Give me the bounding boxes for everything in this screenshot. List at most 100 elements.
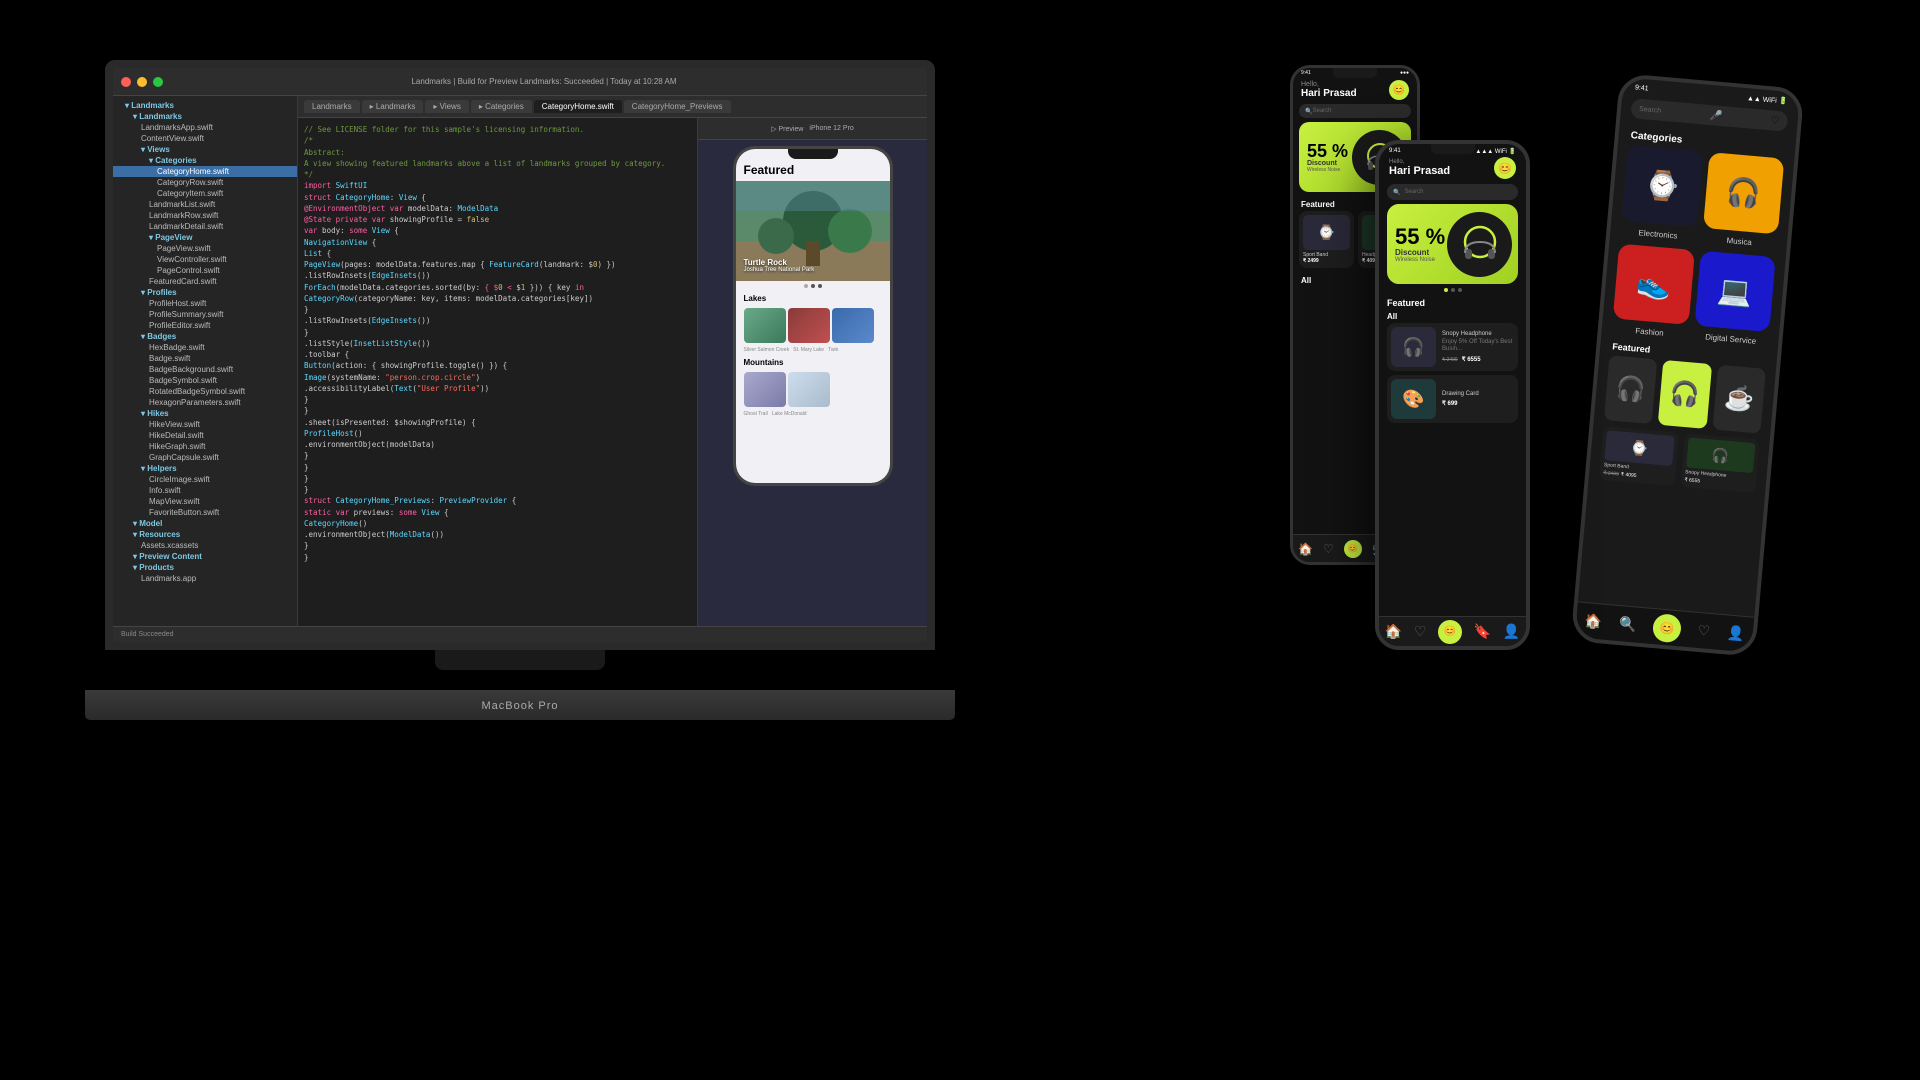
sidebar-item-circleimage[interactable]: CircleImage.swift (113, 474, 297, 485)
sidebar-item-profilehost[interactable]: ProfileHost.swift (113, 298, 297, 309)
sidebar-item-hikes[interactable]: ▾ Hikes (113, 408, 297, 419)
sidebar-item-badgesymbol[interactable]: BadgeSymbol.swift (113, 375, 297, 386)
center-screen: 9:41 ▲▲▲ WiFi 🔋 Hello, Hari Prasad 😊 🔍 S… (1379, 144, 1526, 646)
right-nav-person[interactable]: 👤 (1726, 624, 1745, 642)
sidebar-item-assets[interactable]: Assets.xcassets (113, 540, 297, 551)
close-button[interactable] (121, 77, 131, 87)
minimize-button[interactable] (137, 77, 147, 87)
right-mic-icon[interactable]: 🎤 (1709, 110, 1722, 122)
sidebar-item-profileeditor[interactable]: ProfileEditor.swift (113, 320, 297, 331)
phone-nav-heart-icon[interactable]: ♡ (1323, 542, 1334, 556)
right-categories-grid: ⌚ Electronics 🎧 Musica 👟 Fashion (1601, 144, 1794, 350)
sidebar-item-landmarks[interactable]: ▾ Landmarks (113, 111, 297, 122)
sidebar-item-hexbadge[interactable]: HexBadge.swift (113, 342, 297, 353)
sidebar-item-hikeview[interactable]: HikeView.swift (113, 419, 297, 430)
tab-categoryhome[interactable]: CategoryHome.swift (534, 100, 622, 113)
center-nav-home[interactable]: 🏠 (1385, 623, 1402, 640)
tab-landmarks2[interactable]: ▸ Landmarks (362, 100, 424, 113)
sidebar-item-hexagonparams[interactable]: HexagonParameters.swift (113, 397, 297, 408)
sidebar-item-pagecontrol[interactable]: PageControl.swift (113, 265, 297, 276)
sidebar-item-categoryhome[interactable]: CategoryHome.swift (113, 166, 297, 177)
right-product-img-1: ⌚ (1604, 430, 1674, 466)
right-product-card-2[interactable]: 🎧 Snopy Headphone ₹ 6555 (1680, 433, 1760, 493)
sidebar-item-helpers[interactable]: ▾ Helpers (113, 463, 297, 474)
center-product-img-2: 🎨 (1391, 379, 1436, 419)
sidebar-item-landmarks-root[interactable]: ▾ Landmarks (113, 100, 297, 111)
sidebar-item-badges[interactable]: ▾ Badges (113, 331, 297, 342)
tab-categoryhome-preview[interactable]: CategoryHome_Previews (624, 100, 731, 113)
xcode-app: Landmarks | Build for Preview Landmarks:… (113, 68, 927, 642)
right-category-electronics[interactable]: ⌚ (1621, 145, 1703, 227)
right-heart-icon[interactable]: ♡ (1770, 115, 1780, 127)
right-category-digital[interactable]: 💻 (1694, 250, 1776, 332)
sidebar-item-previewcontent[interactable]: ▾ Preview Content (113, 551, 297, 562)
phone-nav-home-icon[interactable]: 🏠 (1298, 542, 1313, 556)
right-category-fashion[interactable]: 👟 (1613, 243, 1695, 325)
sidebar-item-graphcapsule[interactable]: GraphCapsule.swift (113, 452, 297, 463)
code-area[interactable]: // See LICENSE folder for this sample's … (298, 118, 697, 626)
sidebar-item-products[interactable]: ▾ Products (113, 562, 297, 573)
sidebar-item-profiles[interactable]: ▾ Profiles (113, 287, 297, 298)
preview-mountains-label: Mountains (736, 355, 890, 370)
phone-left-avatar[interactable]: 😊 (1389, 80, 1409, 100)
sidebar-item-hikegraph[interactable]: HikeGraph.swift (113, 441, 297, 452)
center-product-row-2[interactable]: 🎨 Drawing Card ₹ 699 (1387, 375, 1518, 423)
macbook-screen: Landmarks | Build for Preview Landmarks:… (105, 60, 935, 650)
sidebar-item-rotatedbadge[interactable]: RotatedBadgeSymbol.swift (113, 386, 297, 397)
sidebar-item-categories[interactable]: ▾ Categories (113, 155, 297, 166)
sidebar-item-resources[interactable]: ▾ Resources (113, 529, 297, 540)
preview-mountains-grid (736, 370, 890, 409)
sidebar-item-content[interactable]: ContentView.swift (113, 133, 297, 144)
right-grid-cell-musica: 🎧 Musica (1701, 152, 1784, 251)
phone-product-1[interactable]: ⌚ Sport Band ₹ 2499 (1299, 211, 1354, 268)
sidebar-item-landmarksapp[interactable]: Landmarks.app (113, 573, 297, 584)
center-nav-heart[interactable]: ♡ (1414, 623, 1427, 640)
sidebar-item-hikedetail[interactable]: HikeDetail.swift (113, 430, 297, 441)
phone-left-search[interactable]: 🔍 Search (1299, 104, 1411, 118)
phone-left-header: Hello, Hari Prasad 😊 (1293, 76, 1417, 102)
sidebar-item-profilesummary[interactable]: ProfileSummary.swift (113, 309, 297, 320)
tab-views[interactable]: ▸ Views (425, 100, 468, 113)
tab-landmarks[interactable]: Landmarks (304, 100, 360, 113)
sidebar-item-landmarkrow[interactable]: LandmarkRow.swift (113, 210, 297, 221)
maximize-button[interactable] (153, 77, 163, 87)
product-price-1: ₹ 2499 (1303, 258, 1350, 264)
preview-title: Featured (736, 159, 890, 181)
center-nav-bookmark[interactable]: 🔖 (1474, 623, 1491, 640)
sidebar-item-mapview[interactable]: MapView.swift (113, 496, 297, 507)
sidebar-item-info[interactable]: Info.swift (113, 485, 297, 496)
sidebar-item-pageview-swift[interactable]: PageView.swift (113, 243, 297, 254)
sidebar-item-landmarklist[interactable]: LandmarkList.swift (113, 199, 297, 210)
sidebar-item-favoritebutton[interactable]: FavoriteButton.swift (113, 507, 297, 518)
sidebar-item-categoryrow[interactable]: CategoryRow.swift (113, 177, 297, 188)
right-nav-heart[interactable]: ♡ (1697, 622, 1711, 640)
sidebar-item-app[interactable]: LandmarksApp.swift (113, 122, 297, 133)
sidebar-item-landmarkdetail[interactable]: LandmarkDetail.swift (113, 221, 297, 232)
center-banner-product (1447, 212, 1512, 277)
center-nav-person[interactable]: 👤 (1503, 623, 1520, 640)
sidebar-item-badgebg[interactable]: BadgeBackground.swift (113, 364, 297, 375)
right-featured-3[interactable]: ☕ (1712, 365, 1766, 434)
sidebar-item-views[interactable]: ▾ Views (113, 144, 297, 155)
sidebar-item-model[interactable]: ▾ Model (113, 518, 297, 529)
center-search[interactable]: 🔍 Search (1387, 184, 1518, 200)
right-product-card-1[interactable]: ⌚ Sport Band ₹ 2499 ₹ 4095 (1599, 426, 1679, 486)
sidebar-item-pageview[interactable]: ▾ PageView (113, 232, 297, 243)
xcode-toolbar-title: Landmarks | Build for Preview Landmarks:… (169, 77, 919, 86)
sidebar-item-viewcontroller[interactable]: ViewController.swift (113, 254, 297, 265)
right-featured-2[interactable]: 🎧 (1658, 360, 1712, 429)
right-category-musica[interactable]: 🎧 (1703, 152, 1785, 234)
tab-categories[interactable]: ▸ Categories (471, 100, 532, 113)
phone-nav-active-icon[interactable]: 😊 (1344, 540, 1362, 558)
featured-icon-1: 🎧 (1615, 374, 1647, 405)
sidebar-item-categoryitem[interactable]: CategoryItem.swift (113, 188, 297, 199)
sidebar-item-featuredcard[interactable]: FeaturedCard.swift (113, 276, 297, 287)
right-featured-1[interactable]: 🎧 (1604, 355, 1658, 424)
right-nav-home[interactable]: 🏠 (1584, 612, 1603, 630)
right-nav-search[interactable]: 🔍 (1618, 615, 1637, 633)
center-nav-active-btn[interactable]: 😊 (1438, 620, 1462, 644)
center-avatar[interactable]: 😊 (1494, 157, 1516, 179)
center-product-row-1[interactable]: 🎧 Snopy Headphone Enjoy 5% Off Today's B… (1387, 323, 1518, 371)
right-nav-active[interactable]: 😊 (1652, 613, 1682, 643)
sidebar-item-badge[interactable]: Badge.swift (113, 353, 297, 364)
